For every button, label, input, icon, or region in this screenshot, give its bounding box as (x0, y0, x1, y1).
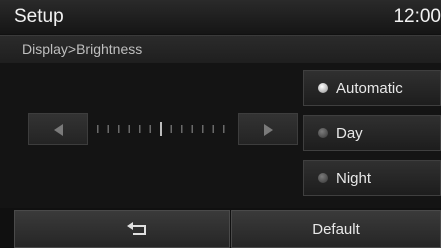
brightness-tick (139, 125, 141, 133)
option-label: Day (336, 125, 363, 142)
right-arrow-icon (264, 124, 273, 136)
option-automatic[interactable]: Automatic (303, 70, 441, 106)
brightness-tick-current (160, 122, 162, 136)
brightness-tick (149, 125, 151, 133)
footer-bar: Default (0, 210, 441, 248)
header-bar: Setup 12:00 (0, 0, 441, 34)
brightness-level-scale[interactable] (94, 122, 230, 136)
brightness-tick (191, 125, 193, 133)
brightness-tick (202, 125, 204, 133)
clock: 12:00 (393, 6, 441, 27)
brightness-tick (170, 125, 172, 133)
breadcrumb-path: Display>Brightness (22, 41, 143, 57)
option-label: Automatic (336, 80, 403, 97)
screen-title: Setup (14, 6, 64, 27)
increase-brightness-button[interactable] (238, 113, 298, 145)
brightness-tick (118, 125, 120, 133)
option-label: Night (336, 170, 372, 187)
option-day[interactable]: Day (303, 115, 441, 151)
return-arrow-icon (127, 222, 146, 235)
radio-dot-icon (318, 83, 328, 93)
brightness-tick (223, 125, 225, 133)
breadcrumb: Display>Brightness (0, 35, 441, 64)
option-night[interactable]: Night (303, 160, 441, 196)
brightness-tick (212, 125, 214, 133)
default-button[interactable]: Default (231, 210, 441, 248)
brightness-tick (181, 125, 183, 133)
brightness-tick (97, 125, 99, 133)
radio-dot-icon (318, 128, 328, 138)
left-arrow-icon (54, 124, 63, 136)
brightness-slider (28, 113, 298, 145)
back-button[interactable] (14, 210, 230, 248)
radio-dot-icon (318, 173, 328, 183)
brightness-tick (128, 125, 130, 133)
brightness-tick (107, 125, 109, 133)
brightness-ticks (97, 122, 225, 136)
default-button-label: Default (312, 221, 360, 238)
decrease-brightness-button[interactable] (28, 113, 88, 145)
